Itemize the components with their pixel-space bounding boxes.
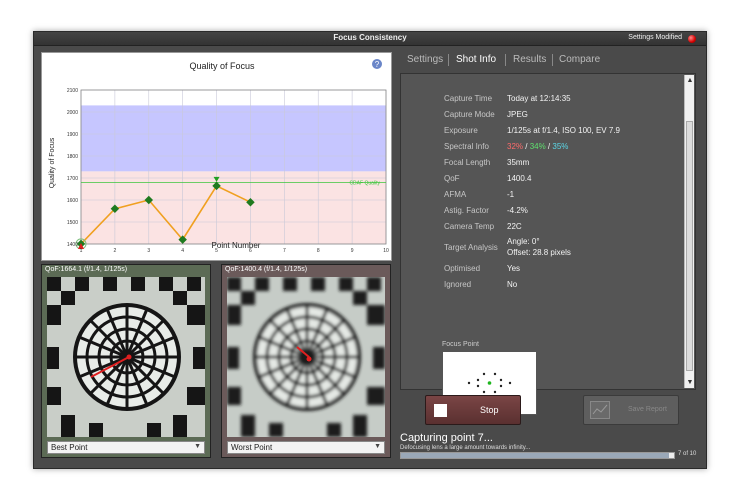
y-tick-label: 1600 (67, 198, 78, 204)
spectral-info-value: 32% / 34% / 35% (507, 142, 568, 151)
progress-fill (401, 453, 669, 458)
tab-separator (505, 54, 506, 66)
x-tick-label: 3 (147, 248, 150, 254)
focal-length-value: 35mm (507, 158, 530, 167)
capture-mode-value: JPEG (507, 110, 528, 119)
y-tick-label: 1400 (67, 242, 78, 248)
capture-mode-label: Capture Mode (444, 110, 495, 119)
target-analysis-angle: Angle: 0° (507, 237, 540, 246)
chart-xlabel: Point Number (212, 241, 261, 250)
shot-info-panel: Capture Time Today at 12:14:35 Capture M… (400, 73, 696, 415)
y-tick-label: 1700 (67, 176, 78, 182)
quality-of-focus-chart: 1400 1500 1600 1700 1800 1900 2000 2100 1 2 3 4 5 6 7 8… (41, 52, 392, 261)
cdaf-quality-label: CDAF Quality (349, 180, 380, 186)
ignored-value: No (507, 280, 518, 289)
chart-title: Quality of Focus (189, 61, 255, 71)
save-report-button[interactable]: Save Report (583, 395, 679, 425)
x-tick-label: 10 (383, 248, 389, 254)
svg-text:?: ? (375, 60, 380, 69)
afma-label: AFMA (444, 190, 467, 199)
chart-ylabel: Quality of Focus (49, 137, 56, 188)
x-tick-label: 1 (80, 248, 83, 254)
stop-label: Stop (480, 405, 499, 415)
y-tick-label: 2000 (67, 110, 78, 116)
stop-button[interactable]: Stop (425, 395, 521, 425)
best-point-image (47, 277, 205, 437)
tab-results[interactable]: Results (513, 54, 546, 65)
tab-shot-info[interactable]: Shot Info (456, 54, 496, 65)
optimised-value: Yes (507, 264, 521, 273)
save-report-label: Save Report (628, 406, 667, 413)
exposure-label: Exposure (444, 126, 478, 135)
progress-count: 7 of 10 (678, 451, 697, 457)
optimised-label: Optimised (444, 264, 481, 273)
best-point-caption: QoF:1664.1 (f/1.4, 1/125s) (45, 266, 128, 273)
y-tick-label: 1800 (67, 154, 78, 160)
progress-bar (400, 452, 675, 459)
x-tick-label: 9 (351, 248, 354, 254)
scroll-up-icon[interactable]: ▲ (686, 77, 694, 84)
stop-icon (434, 404, 447, 417)
target-analysis-offset: Offset: 28.8 pixels (507, 248, 571, 257)
ignored-label: Ignored (444, 280, 472, 289)
spectral-sep: / (523, 142, 530, 151)
status-subtitle: Defocusing lens a large amount towards i… (400, 445, 531, 451)
astig-factor-label: Astig. Factor (444, 206, 489, 215)
spectral-red: 32% (507, 142, 524, 151)
tab-separator (448, 54, 449, 66)
x-tick-label: 4 (181, 248, 184, 254)
chart-bands (81, 105, 386, 244)
spectral-cyan: 35% (552, 142, 569, 151)
worst-point-image (227, 277, 385, 437)
status-title: Capturing point 7... (400, 432, 493, 444)
target-analysis-label: Target Analysis (444, 243, 498, 252)
best-point-panel: QoF:1664.1 (f/1.4, 1/125s) Best Point ▼ (41, 264, 211, 458)
report-icon (590, 401, 610, 419)
exposure-value: 1/125s at f/1.4, ISO 100, EV 7.9 (507, 126, 620, 135)
afma-value: -1 (507, 190, 515, 199)
title-bar: Focus Consistency Settings Modified (34, 32, 706, 46)
worst-point-caption: QoF:1400.4 (f/1.4, 1/125s) (225, 266, 308, 273)
tab-separator (552, 54, 553, 66)
scroll-down-icon[interactable]: ▼ (686, 379, 694, 386)
focal-length-label: Focal Length (444, 158, 491, 167)
scrollbar-thumb[interactable] (686, 121, 693, 371)
settings-modified-label: Settings Modified (628, 34, 682, 41)
worst-point-panel: QoF:1400.4 (f/1.4, 1/125s) Worst Point ▼ (221, 264, 391, 458)
y-tick-label: 1500 (67, 220, 78, 226)
camera-temp-value: 22C (507, 222, 522, 231)
tab-compare[interactable]: Compare (559, 54, 600, 65)
qof-label: QoF (444, 174, 460, 183)
y-tick-label: 2100 (67, 88, 78, 94)
qof-value: 1400.4 (507, 174, 532, 183)
camera-temp-label: Camera Temp (444, 222, 495, 231)
chart-band (81, 105, 386, 172)
tab-settings[interactable]: Settings (407, 54, 443, 65)
chevron-down-icon: ▼ (374, 443, 381, 450)
worst-point-select[interactable]: Worst Point ▼ (227, 441, 385, 454)
window-title: Focus Consistency (333, 33, 407, 42)
capture-time-value: Today at 12:14:35 (507, 94, 571, 103)
y-tick-label: 1900 (67, 132, 78, 138)
best-point-select[interactable]: Best Point ▼ (47, 441, 205, 454)
spectral-green: 34% (529, 142, 546, 151)
chart-canvas: 140015001600170018001900200021001 2 3 4 5 6 7 8… (49, 59, 389, 254)
chevron-down-icon: ▼ (194, 443, 201, 450)
spectral-info-label: Spectral Info (444, 142, 489, 151)
x-tick-label: 7 (283, 248, 286, 254)
focus-consistency-window: Focus Consistency Settings Modified 1400… (33, 31, 707, 469)
capture-time-label: Capture Time (444, 94, 493, 103)
worst-point-select-value: Worst Point (231, 443, 273, 452)
focus-point-label: Focus Point (442, 341, 479, 348)
tab-bar: Settings Shot Info Results Compare (400, 52, 702, 70)
best-point-select-value: Best Point (51, 443, 88, 452)
settings-modified-indicator-icon (688, 35, 696, 43)
help-icon[interactable]: ? (372, 59, 382, 69)
astig-factor-value: -4.2% (507, 206, 528, 215)
x-tick-label: 8 (317, 248, 320, 254)
vertical-scrollbar[interactable]: ▲ ▼ (684, 75, 694, 388)
x-tick-label: 2 (113, 248, 116, 254)
